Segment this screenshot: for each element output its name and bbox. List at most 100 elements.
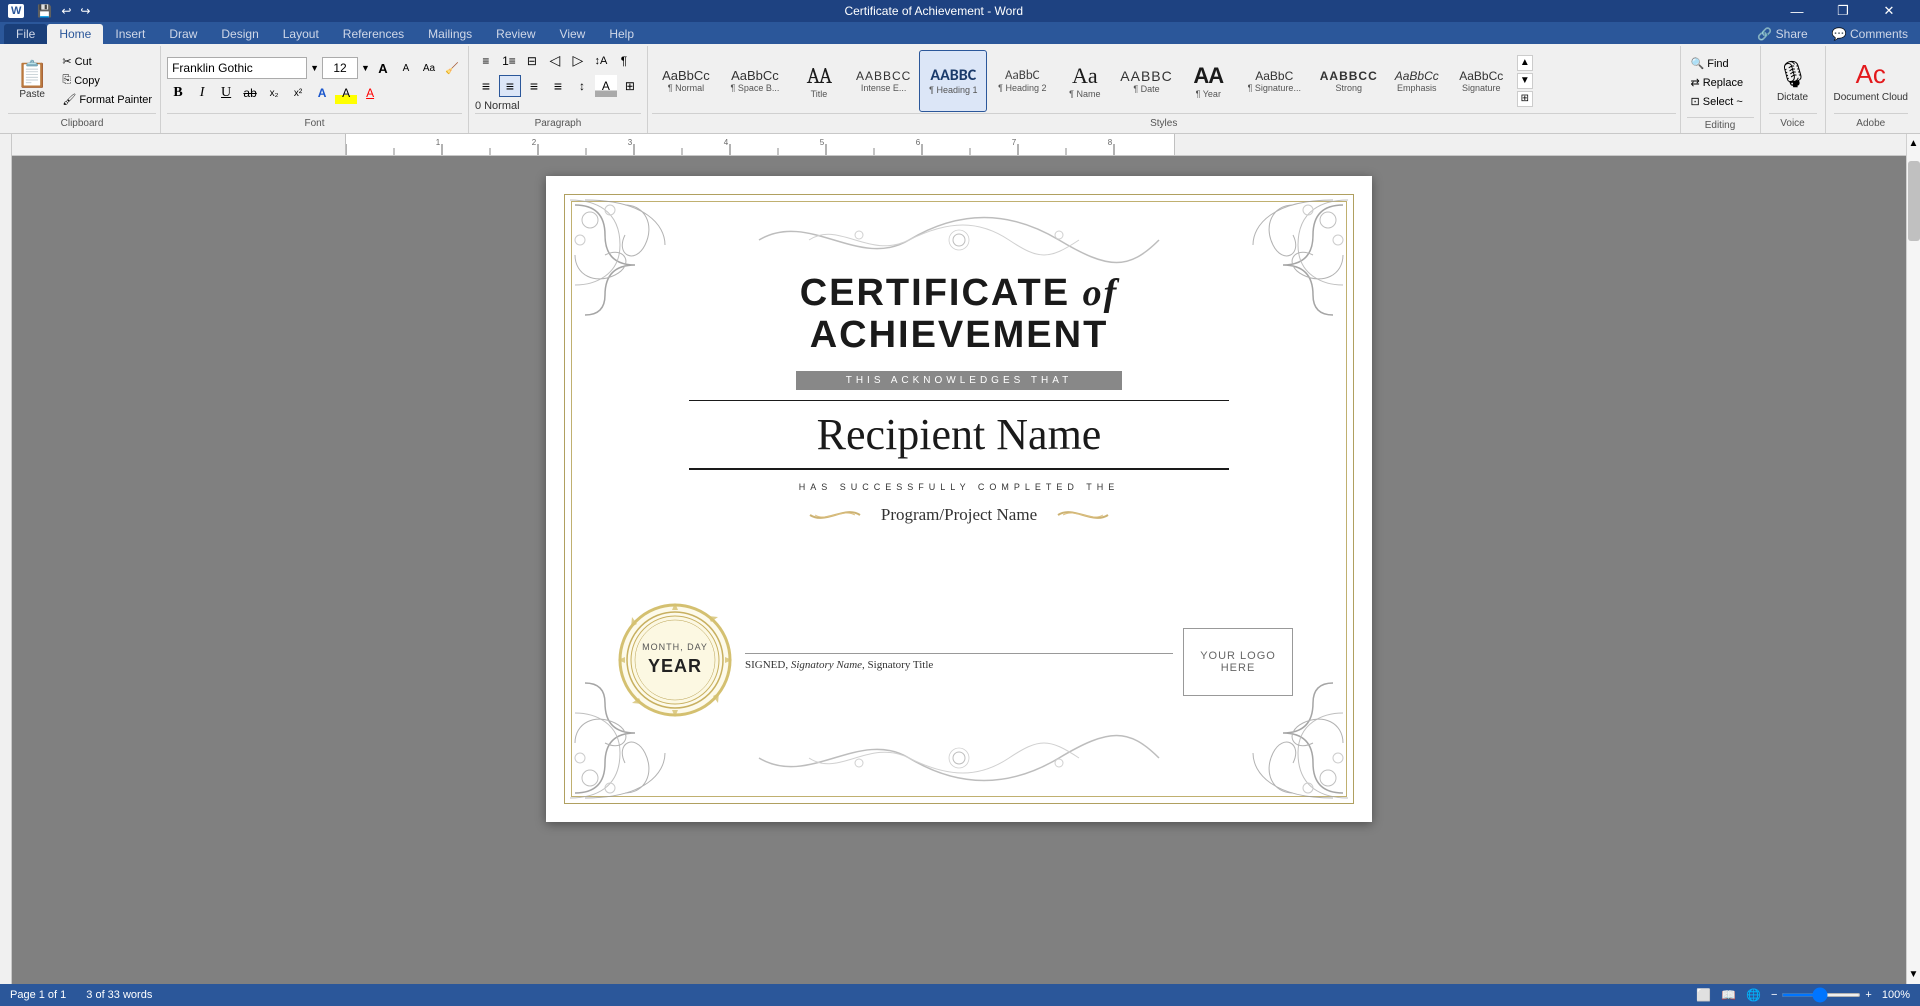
- style-year-item[interactable]: AA ¶ Year: [1181, 50, 1236, 112]
- style-space-before[interactable]: AaBbCc ¶ Space B...: [721, 50, 789, 112]
- minimize-btn[interactable]: —: [1774, 0, 1820, 22]
- adobe-group-label[interactable]: Adobe: [1834, 113, 1908, 131]
- bold-btn[interactable]: B: [167, 82, 189, 104]
- font-row1: ▼ ▼ A A Aa 🧹: [167, 57, 462, 79]
- find-btn[interactable]: 🔍 Find: [1687, 55, 1754, 72]
- view-reading-btn[interactable]: 📖: [1721, 988, 1736, 1002]
- cut-button[interactable]: ✂ Cut: [58, 53, 156, 70]
- styles-more[interactable]: ⊞: [1517, 91, 1533, 107]
- select-icon: ⊡: [1691, 95, 1700, 108]
- style-normal[interactable]: AaBbCc ¶ Normal: [652, 50, 720, 112]
- style-heading1[interactable]: AABBC ¶ Heading 1: [919, 50, 987, 112]
- align-left-btn[interactable]: ≡: [475, 75, 497, 97]
- show-marks-btn[interactable]: ¶: [613, 50, 635, 72]
- text-highlight-btn[interactable]: A: [335, 82, 357, 104]
- voice-group: 🎙 Dictate Voice: [1761, 46, 1826, 133]
- scroll-thumb[interactable]: [1908, 161, 1920, 241]
- replace-btn[interactable]: ⇄ Replace: [1687, 74, 1754, 91]
- bullets-btn[interactable]: ≡: [475, 50, 497, 72]
- format-painter-label: Format Painter: [79, 94, 152, 106]
- tab-insert[interactable]: Insert: [103, 24, 157, 44]
- adobe-btn[interactable]: Ac Document Cloud: [1834, 59, 1908, 103]
- multilevel-btn[interactable]: ⊟: [521, 50, 543, 72]
- shading-btn[interactable]: A: [595, 75, 617, 97]
- redo-qa-btn[interactable]: ↪: [77, 4, 93, 18]
- style-title[interactable]: AA Title: [790, 50, 848, 112]
- save-qa-btn[interactable]: 💾: [34, 4, 55, 18]
- close-btn[interactable]: ✕: [1866, 0, 1912, 22]
- styles-group-label[interactable]: Styles: [652, 113, 1676, 131]
- tab-review[interactable]: Review: [484, 24, 547, 44]
- font-grow-btn[interactable]: A: [373, 58, 393, 78]
- tab-help[interactable]: Help: [597, 24, 646, 44]
- borders-btn[interactable]: ⊞: [619, 75, 641, 97]
- zoom-level[interactable]: 100%: [1882, 989, 1910, 1001]
- font-group: ▼ ▼ A A Aa 🧹 B I U ab x₂ x² A A A Font: [161, 46, 469, 133]
- scroll-up-arrow[interactable]: ▲: [1907, 136, 1920, 151]
- scroll-down-arrow[interactable]: ▼: [1907, 967, 1920, 982]
- font-size-dropdown-icon[interactable]: ▼: [361, 63, 370, 73]
- increase-indent-btn[interactable]: ▷: [567, 50, 589, 72]
- font-shrink-btn[interactable]: A: [396, 58, 416, 78]
- tab-references[interactable]: References: [331, 24, 416, 44]
- style-intense-emphasis[interactable]: AABBCC Intense E...: [849, 50, 918, 112]
- select-btn[interactable]: ⊡ Select ~: [1687, 93, 1754, 110]
- undo-qa-btn[interactable]: ↩: [58, 4, 74, 18]
- tab-draw[interactable]: Draw: [157, 24, 209, 44]
- decrease-indent-btn[interactable]: ◁: [544, 50, 566, 72]
- font-name-select[interactable]: [167, 57, 307, 79]
- dictate-btn[interactable]: 🎙 Dictate: [1776, 59, 1809, 103]
- style-signature2[interactable]: AaBbCc Signature: [1449, 50, 1514, 112]
- numbering-btn[interactable]: 1≡: [498, 50, 520, 72]
- superscript-btn[interactable]: x²: [287, 82, 309, 104]
- underline-btn[interactable]: U: [215, 82, 237, 104]
- clear-format-btn[interactable]: 🧹: [442, 58, 462, 78]
- tab-file[interactable]: File: [4, 24, 47, 44]
- paragraph-group-label[interactable]: Paragraph: [475, 113, 641, 131]
- tab-design[interactable]: Design: [209, 24, 270, 44]
- restore-btn[interactable]: ❐: [1820, 0, 1866, 22]
- align-right-btn[interactable]: ≡: [523, 75, 545, 97]
- style-emphasis[interactable]: AaBbCc Emphasis: [1386, 50, 1448, 112]
- tab-home[interactable]: Home: [47, 24, 103, 44]
- voice-group-label[interactable]: Voice: [1769, 113, 1817, 131]
- tab-mailings[interactable]: Mailings: [416, 24, 484, 44]
- case-btn[interactable]: Aa: [419, 58, 439, 78]
- text-effect-btn[interactable]: A: [311, 82, 333, 104]
- style-name-item[interactable]: Aa ¶ Name: [1057, 50, 1112, 112]
- style-signature-item[interactable]: AaBbC ¶ Signature...: [1237, 50, 1312, 112]
- zoom-range-input[interactable]: [1781, 993, 1861, 997]
- vertical-scrollbar[interactable]: ▲ ▼: [1906, 134, 1920, 984]
- line-spacing-btn[interactable]: ↕: [571, 75, 593, 97]
- comments-btn[interactable]: 💬 Comments: [1820, 24, 1920, 44]
- cert-line-bottom: [689, 468, 1229, 470]
- style-date-item[interactable]: AABBC ¶ Date: [1113, 50, 1179, 112]
- paste-button[interactable]: 📋 Paste: [8, 53, 56, 109]
- share-btn[interactable]: 🔗 Share: [1745, 24, 1819, 44]
- align-center-btn[interactable]: ≡: [499, 75, 521, 97]
- editing-group-label[interactable]: Editing: [1687, 117, 1754, 131]
- justify-btn[interactable]: ≡: [547, 75, 569, 97]
- styles-scroll-up[interactable]: ▲: [1517, 55, 1533, 71]
- font-size-input[interactable]: [322, 57, 358, 79]
- view-web-btn[interactable]: 🌐: [1746, 988, 1761, 1002]
- format-painter-button[interactable]: 🖌 Format Painter: [58, 91, 156, 108]
- view-normal-btn[interactable]: ⬜: [1696, 988, 1711, 1002]
- font-name-dropdown-icon[interactable]: ▼: [310, 63, 319, 73]
- clipboard-group-label[interactable]: Clipboard: [8, 113, 156, 131]
- font-group-label[interactable]: Font: [167, 113, 462, 131]
- cut-icon: ✂: [62, 55, 71, 68]
- tab-layout[interactable]: Layout: [271, 24, 331, 44]
- subscript-btn[interactable]: x₂: [263, 82, 285, 104]
- page[interactable]: CERTIFICATE of ACHIEVEMENT THIS ACKNOWLE…: [546, 176, 1372, 822]
- strikethrough-btn[interactable]: ab: [239, 82, 261, 104]
- sort-btn[interactable]: ↕A: [590, 50, 612, 72]
- style-heading2[interactable]: AaBbC ¶ Heading 2: [988, 50, 1056, 112]
- zoom-slider[interactable]: − +: [1771, 989, 1872, 1001]
- tab-view[interactable]: View: [548, 24, 598, 44]
- copy-button[interactable]: ⎘ Copy: [58, 72, 156, 89]
- styles-scroll-down[interactable]: ▼: [1517, 73, 1533, 89]
- italic-btn[interactable]: I: [191, 82, 213, 104]
- font-color-btn[interactable]: A: [359, 82, 381, 104]
- style-strong[interactable]: AABBCC Strong: [1313, 50, 1385, 112]
